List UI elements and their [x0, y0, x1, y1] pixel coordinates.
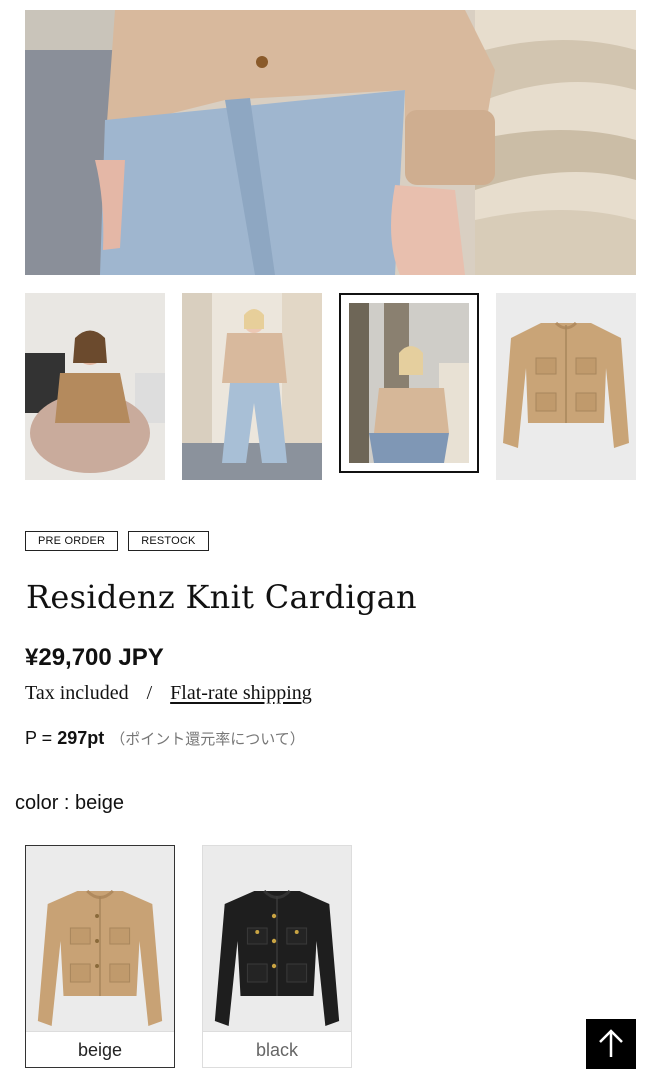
black-cardigan-image	[203, 846, 351, 1031]
points-info-link[interactable]: （ポイント還元率について）	[110, 730, 305, 748]
arrow-up-icon	[599, 1029, 623, 1057]
color-option-beige[interactable]: beige	[25, 845, 175, 1068]
thumbnail-gallery	[25, 293, 636, 480]
beige-cardigan-image	[26, 846, 174, 1031]
separator: /	[146, 682, 153, 704]
product-price: ¥29,700 JPY	[25, 644, 164, 671]
tag-pre-order: PRE ORDER	[25, 531, 119, 551]
back-to-top-button[interactable]	[586, 1019, 636, 1069]
color-option-black[interactable]: black	[202, 845, 352, 1068]
tax-shipping-row: Tax included / Flat-rate shipping	[25, 682, 312, 705]
points-value: 297pt	[57, 728, 105, 748]
product-title: Residenz Knit Cardigan	[26, 578, 417, 616]
tag-restock: RESTOCK	[128, 531, 209, 551]
gallery-thumbnail-3-selected[interactable]	[339, 293, 479, 473]
color-option-label: beige	[26, 1031, 174, 1068]
gallery-thumbnail-2[interactable]	[182, 293, 322, 480]
flat-rate-shipping-link[interactable]: Flat-rate shipping	[170, 682, 312, 704]
gallery-thumbnail-1[interactable]	[25, 293, 165, 480]
gallery-thumbnail-4[interactable]	[496, 293, 636, 480]
color-label: color : beige	[15, 792, 124, 814]
points-row: P = 297pt （ポイント還元率について）	[25, 728, 305, 749]
points-prefix: P =	[25, 728, 58, 748]
color-option-label: black	[203, 1031, 351, 1068]
tax-included-text: Tax included	[25, 682, 129, 704]
product-tags: PRE ORDER RESTOCK	[25, 531, 209, 551]
main-product-photo[interactable]	[25, 10, 636, 275]
